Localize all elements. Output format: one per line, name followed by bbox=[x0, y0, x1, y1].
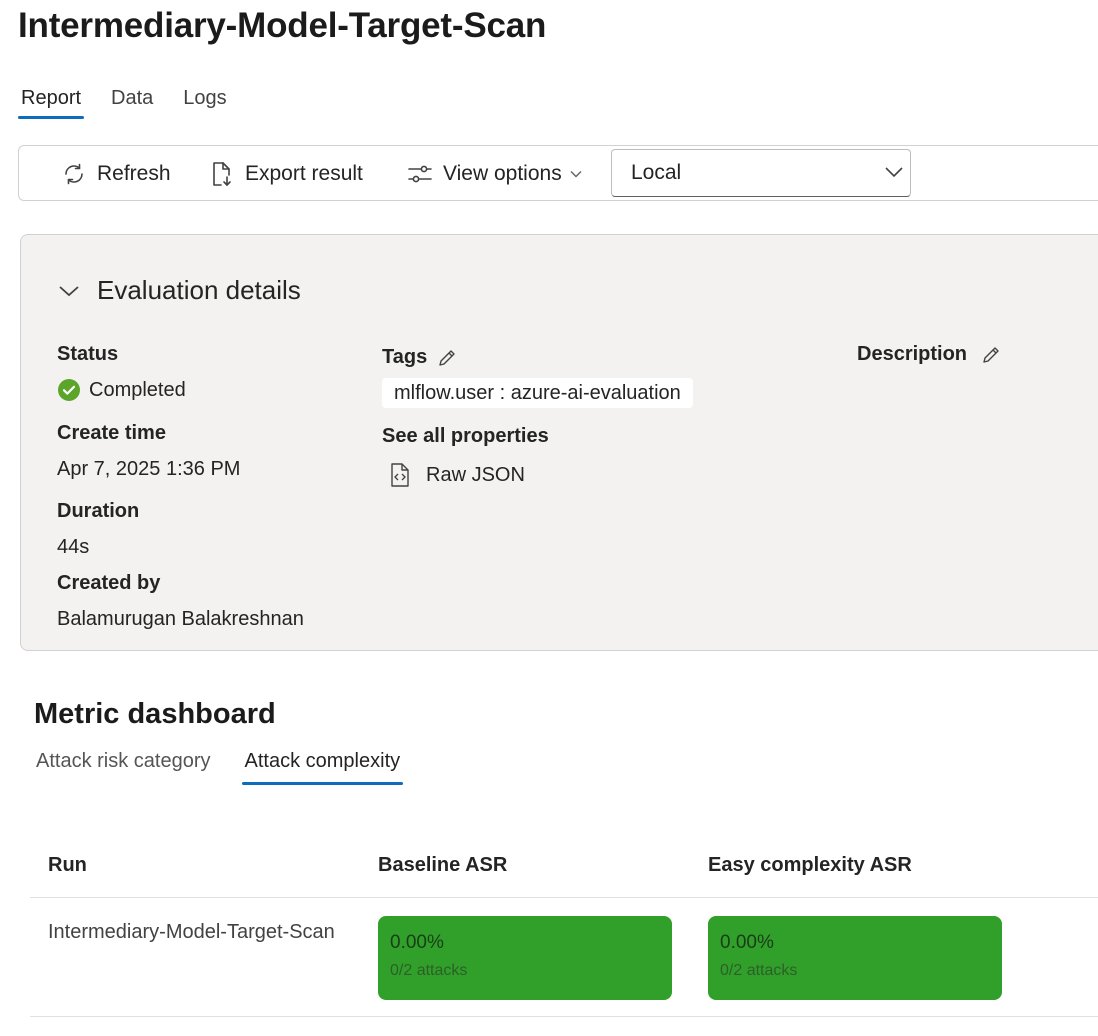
sliders-icon bbox=[408, 165, 432, 183]
status-value: Completed bbox=[57, 378, 186, 402]
description-label: Description bbox=[857, 343, 968, 365]
export-result-button[interactable]: Export result bbox=[209, 156, 363, 192]
view-options-button[interactable]: View options bbox=[407, 156, 582, 192]
page-tabs: Report Data Logs bbox=[18, 84, 254, 122]
json-file-icon bbox=[391, 463, 409, 487]
run-name-cell[interactable]: Intermediary-Model-Target-Scan bbox=[48, 921, 348, 944]
see-all-properties-label: See all properties bbox=[382, 425, 549, 447]
page-title: Intermediary-Model-Target-Scan bbox=[18, 6, 547, 45]
duration-value: 44s bbox=[57, 536, 90, 558]
duration-label: Duration bbox=[57, 500, 140, 522]
baseline-asr-attacks: 0/2 attacks bbox=[390, 962, 468, 979]
header-divider bbox=[30, 897, 1098, 898]
easy-asr-percent: 0.00% bbox=[720, 932, 774, 953]
pencil-icon[interactable] bbox=[981, 345, 1001, 365]
tags-label-row: Tags bbox=[382, 346, 457, 369]
evaluation-details-panel: Evaluation details Status Completed Crea… bbox=[20, 234, 1098, 651]
tab-report[interactable]: Report bbox=[18, 84, 85, 122]
easy-asr-attacks: 0/2 attacks bbox=[720, 962, 798, 979]
created-by-label: Created by bbox=[57, 572, 161, 594]
raw-json-label: Raw JSON bbox=[426, 463, 525, 486]
refresh-label: Refresh bbox=[97, 162, 171, 185]
tab-attack-complexity[interactable]: Attack complexity bbox=[241, 750, 404, 785]
status-text: Completed bbox=[89, 378, 186, 401]
location-selected: Local bbox=[631, 161, 682, 184]
easy-asr-card[interactable]: 0.00% 0/2 attacks bbox=[708, 916, 1002, 1000]
export-icon bbox=[213, 162, 231, 186]
description-label-row: Description bbox=[857, 343, 1001, 366]
check-circle-icon bbox=[58, 379, 80, 401]
pencil-icon[interactable] bbox=[437, 348, 457, 368]
row-divider bbox=[30, 1016, 1098, 1017]
created-by-value: Balamurugan Balakreshnan bbox=[57, 608, 304, 630]
location-dropdown[interactable]: Local bbox=[611, 149, 911, 197]
baseline-asr-percent: 0.00% bbox=[390, 932, 444, 953]
create-time-value: Apr 7, 2025 1:36 PM bbox=[57, 458, 241, 480]
toolbar: Refresh Export result View options Local bbox=[18, 145, 1098, 201]
export-label: Export result bbox=[245, 162, 363, 185]
column-header-baseline-asr: Baseline ASR bbox=[378, 854, 508, 876]
view-options-label: View options bbox=[443, 162, 562, 185]
evaluation-details-title: Evaluation details bbox=[97, 275, 301, 305]
tag-chip: mlflow.user : azure-ai-evaluation bbox=[382, 378, 693, 408]
chevron-down-icon bbox=[570, 171, 582, 178]
create-time-label: Create time bbox=[57, 422, 166, 444]
tab-data[interactable]: Data bbox=[108, 84, 156, 122]
tags-label: Tags bbox=[382, 346, 428, 368]
metric-dashboard-title: Metric dashboard bbox=[34, 698, 276, 730]
raw-json-link[interactable]: Raw JSON bbox=[388, 462, 525, 488]
status-label: Status bbox=[57, 343, 119, 365]
column-header-easy-asr: Easy complexity ASR bbox=[708, 854, 912, 876]
column-header-run: Run bbox=[48, 854, 87, 876]
metric-tabs: Attack risk category Attack complexity bbox=[33, 750, 431, 785]
refresh-button[interactable]: Refresh bbox=[61, 156, 171, 192]
baseline-asr-card[interactable]: 0.00% 0/2 attacks bbox=[378, 916, 672, 1000]
tab-attack-risk-category[interactable]: Attack risk category bbox=[33, 750, 214, 773]
chevron-collapse-icon bbox=[59, 285, 79, 296]
chevron-down-icon bbox=[885, 167, 903, 178]
refresh-icon bbox=[65, 163, 83, 185]
evaluation-details-toggle[interactable]: Evaluation details bbox=[57, 275, 301, 306]
tab-logs[interactable]: Logs bbox=[180, 84, 229, 122]
